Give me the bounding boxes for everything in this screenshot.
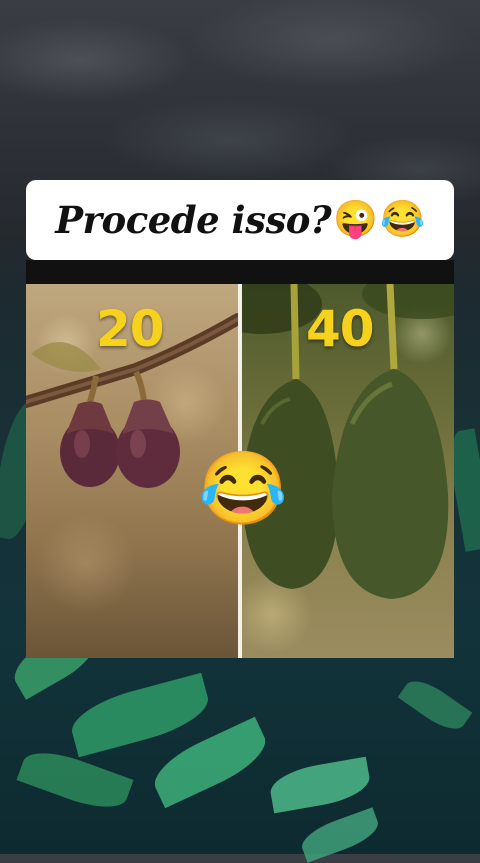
wink-tongue-emoji-icon: 😜 <box>333 199 378 240</box>
panel-top-bar <box>26 260 454 284</box>
left-number: 20 <box>96 300 165 358</box>
caption-text: Procede isso? <box>55 198 332 242</box>
caption-box: Procede isso? 😜 😂 <box>26 180 454 260</box>
laughing-emoji-icon: 😂 <box>198 446 288 530</box>
right-number: 40 <box>306 300 375 358</box>
tears-of-joy-emoji-icon: 😂 <box>379 199 425 240</box>
